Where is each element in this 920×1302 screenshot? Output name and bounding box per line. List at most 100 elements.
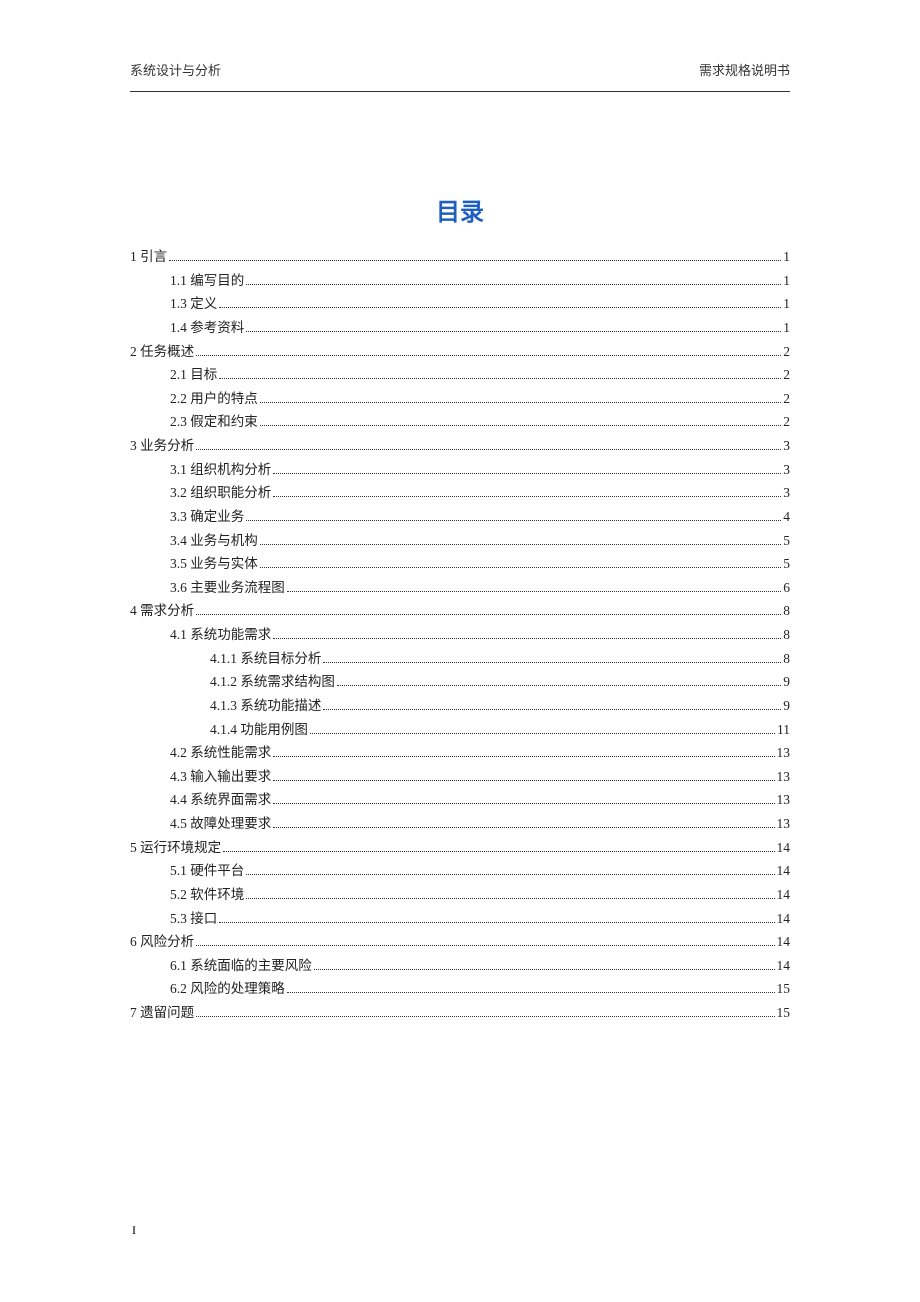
- toc-entry-label: 3.5 业务与实体: [170, 552, 258, 576]
- toc-title: 目录: [130, 192, 790, 227]
- toc-leader-dots: [273, 756, 774, 757]
- toc-entry-label: 4.1.4 功能用例图: [210, 718, 308, 742]
- toc-entry: 3.2 组织职能分析3: [130, 481, 790, 505]
- toc-entry-page: 13: [777, 765, 791, 789]
- toc-entry-label: 4 需求分析: [130, 599, 194, 623]
- toc-leader-dots: [337, 685, 781, 686]
- toc-entry-label: 2.2 用户的特点: [170, 387, 258, 411]
- page-header: 系统设计与分析 需求规格说明书: [130, 60, 790, 79]
- toc-entry-page: 8: [783, 647, 790, 671]
- toc-entry-label: 1.4 参考资料: [170, 316, 244, 340]
- toc-entry-label: 3.1 组织机构分析: [170, 458, 271, 482]
- toc-entry-page: 14: [777, 907, 791, 931]
- toc-entry-label: 5 运行环境规定: [130, 836, 221, 860]
- toc-entry: 4.5 故障处理要求 13: [130, 812, 790, 836]
- toc-entry-label: 5.1 硬件平台: [170, 859, 244, 883]
- toc-leader-dots: [273, 473, 781, 474]
- toc-entry: 2.1 目标 2: [130, 363, 790, 387]
- toc-entry-page: 15: [777, 977, 791, 1001]
- toc-entry-label: 3.3 确定业务: [170, 505, 244, 529]
- toc-entry-page: 9: [783, 694, 790, 718]
- toc-entry-label: 6.2 风险的处理策略: [170, 977, 285, 1001]
- toc-leader-dots: [273, 638, 781, 639]
- toc-entry: 4.1.3 系统功能描述9: [130, 694, 790, 718]
- toc-leader-dots: [219, 307, 781, 308]
- toc-entry-label: 4.1.1 系统目标分析: [210, 647, 321, 671]
- toc-entry-page: 2: [783, 363, 790, 387]
- toc-leader-dots: [260, 425, 782, 426]
- toc-entry-label: 4.3 输入输出要求: [170, 765, 271, 789]
- toc-entry-label: 1.3 定义: [170, 292, 217, 316]
- toc-entry: 1 引言 1: [130, 245, 790, 269]
- toc-leader-dots: [196, 1016, 774, 1017]
- toc-leader-dots: [169, 260, 781, 261]
- toc-entry: 6 风险分析 14: [130, 930, 790, 954]
- toc-leader-dots: [219, 378, 781, 379]
- toc-entry-label: 4.5 故障处理要求: [170, 812, 271, 836]
- toc-entry: 4 需求分析8: [130, 599, 790, 623]
- toc-entry: 4.1.1 系统目标分析 8: [130, 647, 790, 671]
- toc-entry-page: 15: [777, 1001, 791, 1025]
- toc-entry-page: 2: [783, 340, 790, 364]
- toc-entry-page: 3: [783, 458, 790, 482]
- toc-entry-page: 5: [783, 552, 790, 576]
- toc-entry-page: 8: [783, 623, 790, 647]
- toc-entry-page: 13: [777, 812, 791, 836]
- toc-leader-dots: [246, 874, 774, 875]
- toc-entry-label: 5.2 软件环境: [170, 883, 244, 907]
- toc-entry-label: 4.1 系统功能需求: [170, 623, 271, 647]
- toc-leader-dots: [287, 992, 775, 993]
- toc-leader-dots: [246, 284, 781, 285]
- toc-leader-dots: [196, 614, 781, 615]
- toc-entry: 3.3 确定业务 4: [130, 505, 790, 529]
- toc-leader-dots: [246, 898, 774, 899]
- toc-entry-page: 14: [777, 836, 791, 860]
- toc-entry-label: 3.4 业务与机构: [170, 529, 258, 553]
- toc-entry: 2.2 用户的特点2: [130, 387, 790, 411]
- toc-entry: 6.1 系统面临的主要风险 14: [130, 954, 790, 978]
- toc-entry: 5.2 软件环境 14: [130, 883, 790, 907]
- header-divider: [130, 91, 790, 92]
- toc-entry: 5 运行环境规定 14: [130, 836, 790, 860]
- toc-entry-label: 6 风险分析: [130, 930, 194, 954]
- toc-entry-page: 13: [777, 788, 791, 812]
- toc-entry: 4.1.2 系统需求结构图9: [130, 670, 790, 694]
- toc-entry-page: 3: [783, 481, 790, 505]
- toc-entry-page: 2: [783, 410, 790, 434]
- toc-entry-page: 1: [783, 316, 790, 340]
- toc-entry-page: 13: [777, 741, 791, 765]
- toc-entry-page: 14: [777, 883, 791, 907]
- toc-entry-label: 2 任务概述: [130, 340, 194, 364]
- toc-entry-page: 1: [783, 245, 790, 269]
- toc-entry-label: 2.1 目标: [170, 363, 217, 387]
- toc-entry: 3.5 业务与实体 5: [130, 552, 790, 576]
- toc-leader-dots: [246, 331, 781, 332]
- toc-entry: 1.1 编写目的 1: [130, 269, 790, 293]
- toc-leader-dots: [219, 922, 774, 923]
- toc-leader-dots: [273, 780, 774, 781]
- toc-entry-page: 4: [783, 505, 790, 529]
- toc-entry: 6.2 风险的处理策略 15: [130, 977, 790, 1001]
- toc-entry-page: 1: [783, 269, 790, 293]
- toc-entry-label: 3.6 主要业务流程图: [170, 576, 285, 600]
- toc-entry-label: 7 遗留问题: [130, 1001, 194, 1025]
- toc-entry: 4.2 系统性能需求13: [130, 741, 790, 765]
- toc-entry: 5.1 硬件平台 14: [130, 859, 790, 883]
- toc-entry-page: 14: [777, 954, 791, 978]
- toc-entry: 1.4 参考资料 1: [130, 316, 790, 340]
- toc-entry-label: 4.4 系统界面需求: [170, 788, 271, 812]
- page-number: I: [132, 1223, 136, 1238]
- toc-entry-label: 1.1 编写目的: [170, 269, 244, 293]
- toc-entry-label: 1 引言: [130, 245, 167, 269]
- toc-entry: 3.4 业务与机构 5: [130, 529, 790, 553]
- toc-entry-page: 14: [777, 859, 791, 883]
- toc-entry-page: 14: [777, 930, 791, 954]
- toc-leader-dots: [260, 567, 782, 568]
- toc-entry-label: 6.1 系统面临的主要风险: [170, 954, 312, 978]
- toc-entry-page: 5: [783, 529, 790, 553]
- toc-leader-dots: [260, 402, 782, 403]
- header-left: 系统设计与分析: [130, 60, 221, 79]
- toc-leader-dots: [260, 544, 782, 545]
- toc-entry-label: 3 业务分析: [130, 434, 194, 458]
- toc-entry-label: 5.3 接口: [170, 907, 217, 931]
